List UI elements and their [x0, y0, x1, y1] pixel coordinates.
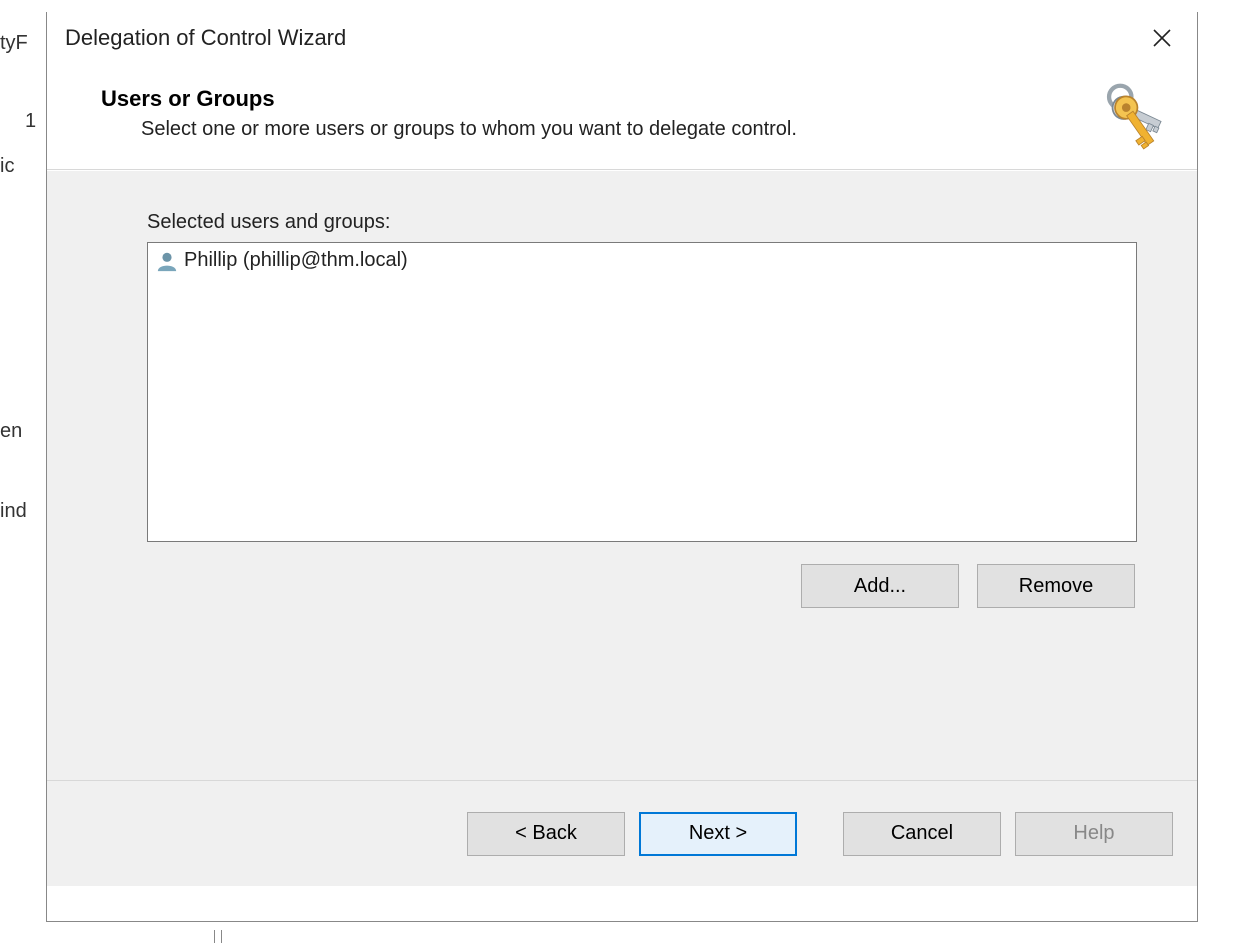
background-fragment: ic: [0, 155, 14, 178]
window-title: Delegation of Control Wizard: [65, 25, 346, 51]
remove-button[interactable]: Remove: [977, 564, 1135, 608]
list-label: Selected users and groups:: [147, 211, 1137, 234]
close-icon: [1153, 29, 1171, 47]
wizard-body: Selected users and groups: Phillip (phil…: [47, 170, 1197, 780]
page-title: Users or Groups: [101, 86, 1167, 112]
delegation-wizard-dialog: Delegation of Control Wizard Users or Gr…: [46, 12, 1198, 922]
add-button[interactable]: Add...: [801, 564, 959, 608]
list-item-label: Phillip (phillip@thm.local): [184, 249, 408, 272]
close-button[interactable]: [1135, 18, 1189, 58]
page-description: Select one or more users or groups to wh…: [101, 118, 1167, 141]
list-buttons: Add... Remove: [147, 564, 1137, 608]
wizard-footer: < Back Next > Cancel Help: [47, 780, 1197, 886]
back-button[interactable]: < Back: [467, 812, 625, 856]
selected-users-listbox[interactable]: Phillip (phillip@thm.local): [147, 242, 1137, 542]
user-icon: [156, 250, 178, 272]
cancel-button[interactable]: Cancel: [843, 812, 1001, 856]
list-item[interactable]: Phillip (phillip@thm.local): [152, 247, 1132, 274]
background-tick: [214, 930, 222, 943]
background-fragment: en: [0, 420, 22, 443]
next-button[interactable]: Next >: [639, 812, 797, 856]
wizard-header: Users or Groups Select one or more users…: [47, 64, 1197, 170]
background-fragment: tyF: [0, 32, 28, 55]
background-fragment: 1: [25, 110, 36, 133]
titlebar: Delegation of Control Wizard: [47, 12, 1197, 64]
background-fragment: ind: [0, 500, 27, 523]
keys-icon: [1091, 78, 1177, 164]
help-button[interactable]: Help: [1015, 812, 1173, 856]
